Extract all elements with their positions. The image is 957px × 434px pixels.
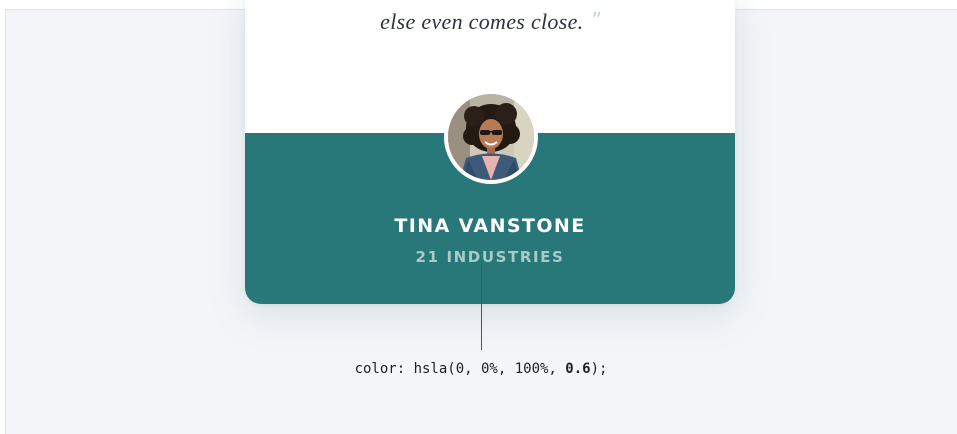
preview-panel: else even comes close. ” TINA VANSTONE 21…: [5, 0, 957, 434]
author-company: 21 INDUSTRIES: [415, 248, 565, 266]
quote-text: else even comes close. ”: [245, 8, 735, 35]
quote-fragment: else even comes close.: [380, 9, 584, 34]
annotation-suffix: );: [590, 361, 608, 377]
testimonial-card: else even comes close. ” TINA VANSTONE 21…: [245, 0, 735, 304]
css-annotation: color: hsla(0, 0%, 100%, 0.6);: [6, 361, 956, 377]
avatar: [444, 90, 538, 184]
annotation-emphasis: 0.6: [565, 361, 591, 377]
annotation-prefix: color: hsla(0, 0%, 100%,: [354, 361, 566, 377]
quote-mark-icon: ”: [591, 8, 601, 32]
avatar-photo-icon: [448, 94, 534, 180]
annotation-pointer-line: [481, 260, 482, 350]
author-name: TINA VANSTONE: [394, 215, 586, 237]
stage: else even comes close. ” TINA VANSTONE 21…: [0, 0, 957, 434]
